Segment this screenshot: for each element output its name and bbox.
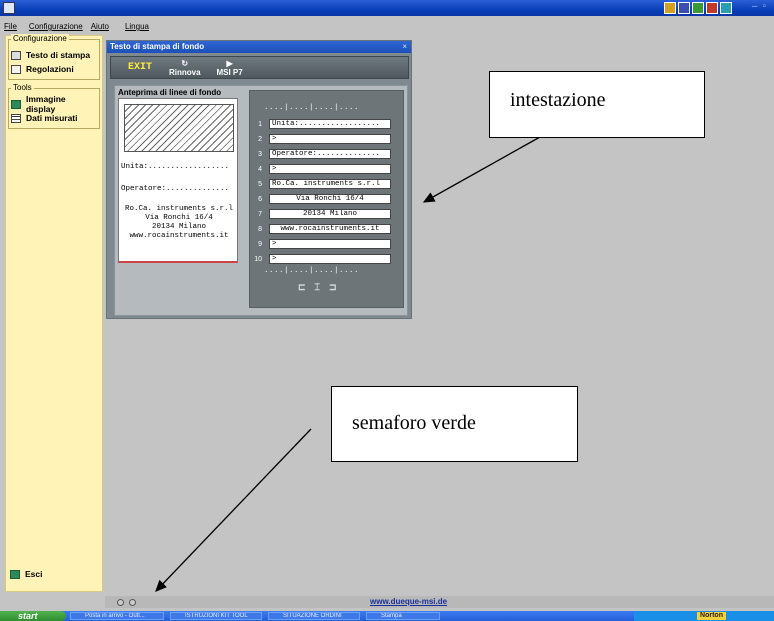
task-label: SITUAZIONE ORDINI	[283, 613, 342, 619]
taskbar-task[interactable]: Posta in arrivo - Outl...	[70, 612, 164, 620]
callout-semaforo-text: semaforo verde	[352, 412, 476, 434]
arrow-to-status-lights	[155, 428, 312, 592]
start-label: start	[18, 611, 38, 621]
status-bar: www.dueque-msi.de	[105, 596, 774, 608]
start-button[interactable]: start	[0, 611, 66, 621]
callout-intestazione: intestazione	[489, 71, 705, 138]
task-label: Stampa	[381, 613, 402, 619]
callout-intestazione-text: intestazione	[510, 89, 606, 111]
status-light-icon	[129, 599, 136, 606]
windows-taskbar: start Posta in arrivo - Outl... ISTRUZIO…	[0, 611, 774, 621]
taskbar-task[interactable]: Stampa	[366, 612, 440, 620]
taskbar-task[interactable]: SITUAZIONE ORDINI	[268, 612, 360, 620]
task-label: ISTRUZIONI KIT TOOL	[185, 613, 248, 619]
status-light-icon	[117, 599, 124, 606]
website-link[interactable]: www.dueque-msi.de	[370, 596, 447, 608]
callout-semaforo: semaforo verde	[331, 386, 578, 462]
arrow-to-editor	[422, 136, 541, 203]
taskbar-task[interactable]: ISTRUZIONI KIT TOOL	[170, 612, 262, 620]
norton-tray-icon[interactable]: Norton	[697, 612, 726, 620]
task-label: Posta in arrivo - Outl...	[85, 613, 145, 619]
